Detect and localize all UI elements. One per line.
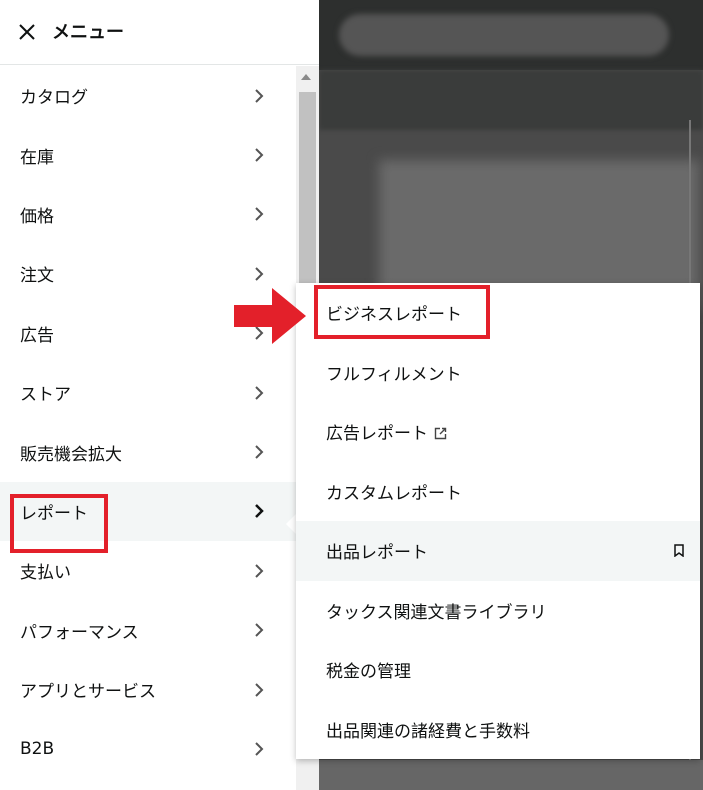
menu-list: カタログ 在庫 価格 注文 広告 ストア 販売機会拡大 レポート 支払い パフォ… xyxy=(0,66,296,779)
submenu-item-label: 出品関連の諸経費と手数料 xyxy=(326,721,530,742)
reports-highlight-box xyxy=(10,494,108,553)
close-icon[interactable] xyxy=(18,23,36,41)
menu-item-label: 注文 xyxy=(20,266,54,287)
menu-item-label: アプリとサービス xyxy=(20,682,156,703)
submenu-item-advertising-reports[interactable]: 広告レポート xyxy=(296,402,700,462)
submenu-item-listing-reports[interactable]: 出品レポート xyxy=(296,521,700,581)
scroll-up-arrow-icon[interactable] xyxy=(301,74,311,80)
chevron-right-icon xyxy=(255,564,264,578)
chevron-right-icon xyxy=(255,88,264,103)
submenu-pointer xyxy=(286,514,296,534)
chevron-right-icon xyxy=(255,742,264,756)
submenu-item-label: タックス関連文書ライブラリ xyxy=(326,602,547,623)
menu-item-performance[interactable]: パフォーマンス xyxy=(0,601,296,660)
submenu-item-tax-management[interactable]: 税金の管理 xyxy=(296,640,700,700)
menu-item-label: 支払い xyxy=(20,563,71,584)
chevron-right-icon xyxy=(255,385,264,400)
submenu-item-label: フルフィルメント xyxy=(326,364,462,385)
submenu-item-tax-library[interactable]: タックス関連文書ライブラリ xyxy=(296,581,700,641)
menu-header: メニュー xyxy=(0,0,319,65)
chevron-right-icon xyxy=(255,445,264,459)
menu-item-label: 在庫 xyxy=(20,147,54,168)
chevron-right-icon xyxy=(255,623,264,637)
menu-item-label: 価格 xyxy=(20,206,54,227)
chevron-right-icon xyxy=(255,682,264,697)
side-menu: メニュー カタログ 在庫 価格 注文 広告 ストア 販売機会拡大 レポート 支払… xyxy=(0,0,319,790)
menu-item-label: ストア xyxy=(20,385,71,406)
submenu-item-custom-reports[interactable]: カスタムレポート xyxy=(296,462,700,522)
chevron-right-icon xyxy=(255,504,264,519)
red-arrow-icon xyxy=(234,288,306,344)
reports-submenu: ビジネスレポート フルフィルメント 広告レポート カスタムレポート 出品レポート… xyxy=(296,283,700,759)
menu-title: メニュー xyxy=(52,22,124,43)
menu-item-store[interactable]: ストア xyxy=(0,363,296,422)
submenu-item-label-wrap: 広告レポート xyxy=(326,419,447,444)
chevron-right-icon xyxy=(255,207,264,222)
menu-item-label: パフォーマンス xyxy=(20,622,139,643)
bookmark-icon[interactable] xyxy=(674,544,684,557)
business-reports-highlight-box xyxy=(314,285,490,339)
submenu-item-label: カスタムレポート xyxy=(326,483,462,504)
background-nav-band xyxy=(319,70,703,130)
submenu-item-fulfillment[interactable]: フルフィルメント xyxy=(296,343,700,403)
menu-item-growth[interactable]: 販売機会拡大 xyxy=(0,422,296,481)
background-footer xyxy=(319,760,703,790)
menu-item-label: 販売機会拡大 xyxy=(20,444,122,465)
submenu-item-label: 税金の管理 xyxy=(326,662,411,683)
chevron-right-icon xyxy=(255,267,264,281)
menu-item-b2b[interactable]: B2B xyxy=(0,719,296,778)
submenu-item-fees[interactable]: 出品関連の諸経費と手数料 xyxy=(296,700,700,760)
external-link-icon xyxy=(434,428,447,440)
scroll-thumb[interactable] xyxy=(299,92,316,292)
menu-item-pricing[interactable]: 価格 xyxy=(0,185,296,244)
menu-item-inventory[interactable]: 在庫 xyxy=(0,125,296,184)
menu-item-label: カタログ xyxy=(20,88,88,109)
menu-item-catalog[interactable]: カタログ xyxy=(0,66,296,125)
chevron-right-icon xyxy=(255,148,264,162)
menu-item-label: B2B xyxy=(20,738,55,759)
background-search-bar xyxy=(339,14,669,56)
submenu-item-label: 広告レポート xyxy=(326,424,428,445)
submenu-item-label: 出品レポート xyxy=(326,543,428,564)
menu-item-apps-services[interactable]: アプリとサービス xyxy=(0,660,296,719)
menu-item-label: 広告 xyxy=(20,325,54,346)
